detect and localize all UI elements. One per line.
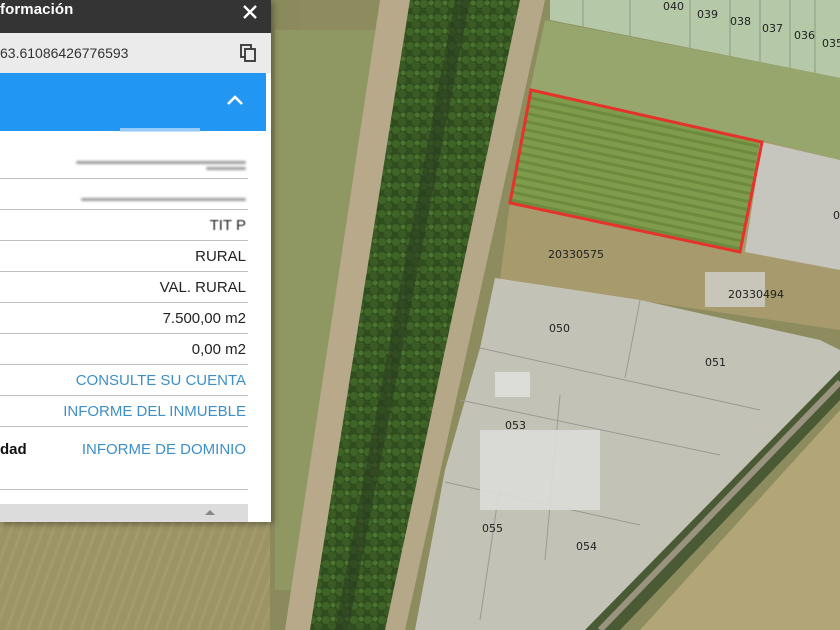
scroll-up-arrow-icon[interactable] (205, 510, 215, 515)
parcel-label-038: 038 (730, 15, 751, 28)
info-rows: TIT P RURAL VAL. RURAL 7.500,00 m2 0,00 … (0, 148, 248, 490)
info-row-superficie-cubierta: 0,00 m2 (0, 334, 248, 365)
info-row-informe-inmueble: INFORME DEL INMUEBLE (0, 396, 248, 427)
info-row-tipo: RURAL (0, 241, 248, 272)
chevron-up-icon (227, 95, 243, 105)
panel-header: formación (0, 0, 271, 33)
informe-de-dominio-link[interactable]: INFORME DE DOMINIO (82, 441, 246, 458)
info-row-redacted-2 (0, 179, 248, 210)
info-value-superficie-cubierta: 0,00 m2 (191, 341, 246, 358)
parcel-label-035: 035 (822, 37, 840, 50)
info-row-redacted-1 (0, 148, 248, 179)
parcel-label-20330494: 20330494 (728, 288, 784, 301)
info-row-valuacion: VAL. RURAL (0, 272, 248, 303)
parcel-label-051: 051 (705, 356, 726, 369)
panel-scrollbar[interactable] (0, 504, 248, 522)
info-value-superficie-terreno: 7.500,00 m2 (162, 310, 246, 327)
parcel-label-040: 040 (663, 0, 684, 13)
close-icon (243, 5, 257, 19)
consulte-su-cuenta-link[interactable]: CONSULTE SU CUENTA (76, 372, 246, 389)
warehouse (480, 430, 600, 510)
copy-icon (240, 44, 256, 62)
info-label-propiedad: dad (0, 441, 27, 458)
parcel-label-054: 054 (576, 540, 597, 553)
info-row-superficie-terreno: 7.500,00 m2 (0, 303, 248, 334)
info-value-tipo: RURAL (195, 248, 246, 265)
shed (495, 372, 530, 397)
parcel-label-037: 037 (762, 22, 783, 35)
parcel-label-053: 053 (505, 419, 526, 432)
close-button[interactable] (239, 0, 261, 24)
copy-button[interactable] (239, 43, 259, 63)
parcel-label-0: 0 (833, 209, 840, 222)
section-underline (120, 128, 200, 132)
info-panel: formación 63.61086426776593 TIT P RURAL … (0, 0, 271, 522)
info-value-valuacion: VAL. RURAL (159, 279, 246, 296)
parcel-label-036: 036 (794, 29, 815, 42)
section-header-collapse[interactable] (0, 73, 266, 131)
info-row-cuenta: CONSULTE SU CUENTA (0, 365, 248, 396)
parcel-label-050: 050 (549, 322, 570, 335)
parcel-label-039: 039 (697, 8, 718, 21)
info-value-titular: TIT P (209, 217, 246, 234)
coordinate-text: 63.61086426776593 (0, 45, 129, 61)
info-row-informe-dominio: dad INFORME DE DOMINIO (0, 427, 248, 490)
info-row-titular: TIT P (0, 210, 248, 241)
panel-title: formación (0, 1, 74, 18)
coordinate-bar: 63.61086426776593 (0, 33, 271, 73)
informe-del-inmueble-link[interactable]: INFORME DEL INMUEBLE (63, 403, 246, 420)
bottom-left-field (0, 520, 270, 630)
parcel-label-055: 055 (482, 522, 503, 535)
parcel-label-20330575: 20330575 (548, 248, 604, 261)
